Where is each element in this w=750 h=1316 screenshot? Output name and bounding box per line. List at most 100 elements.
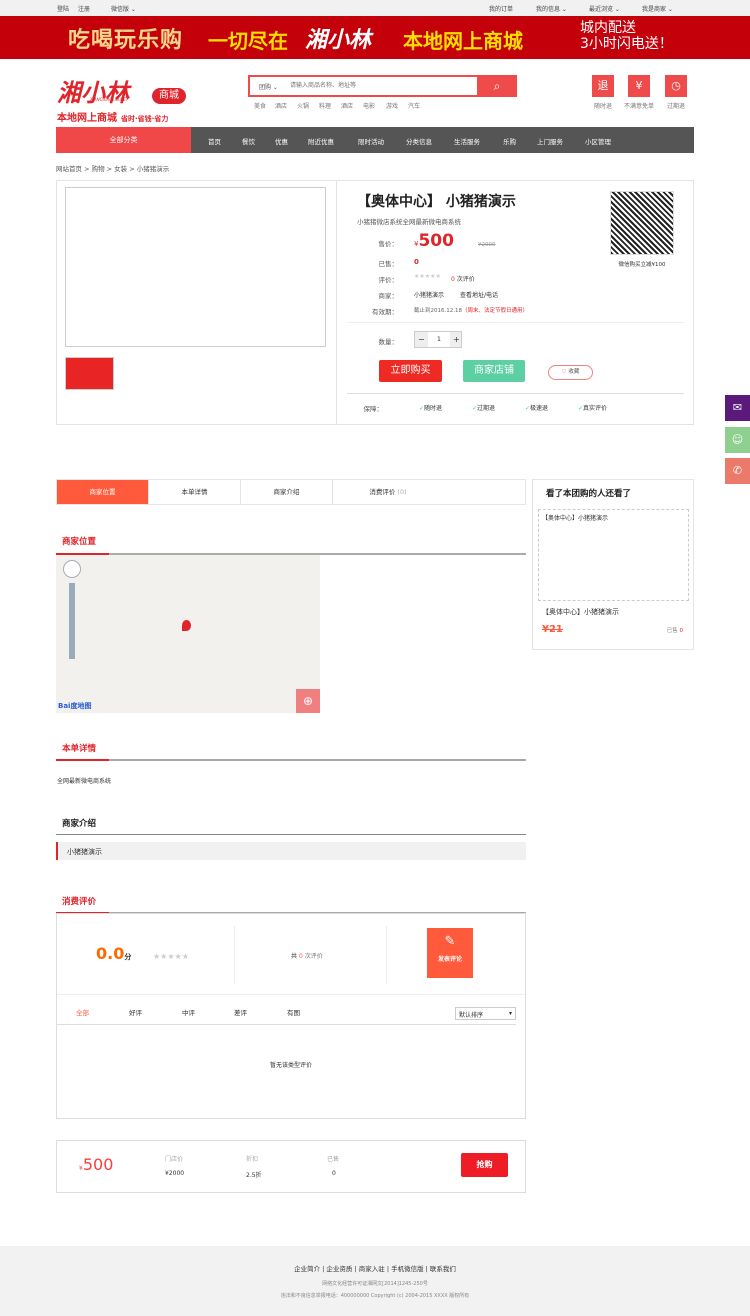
sort-select[interactable]: 默认排序 ▾ xyxy=(455,1007,516,1020)
shop-button[interactable]: 商家店铺 xyxy=(463,360,525,382)
hot-keyword[interactable]: 酒店 xyxy=(275,101,287,110)
nav-item[interactable]: 小区管理 xyxy=(585,136,611,146)
hot-keyword[interactable]: 游戏 xyxy=(386,101,398,110)
related-item-image[interactable]: 【奥体中心】小猪猪演示 xyxy=(538,509,689,601)
banner-brand: 湘小林 xyxy=(305,28,372,53)
nav-item[interactable]: 生活服务 xyxy=(454,136,480,146)
clock-icon[interactable]: ◷ xyxy=(665,75,687,97)
buybar-orig: ¥2000 xyxy=(165,1170,185,1177)
review-filter[interactable]: 有图 xyxy=(287,1007,300,1017)
search-input[interactable] xyxy=(290,79,470,93)
increase-button[interactable]: + xyxy=(453,335,460,344)
hot-keyword[interactable]: 酒店 xyxy=(341,101,353,110)
all-categories-button[interactable]: 全部分类 xyxy=(56,127,191,153)
footer: 企业简介 | 企业资质 | 商家入驻 | 手机微信版 | 联系我们 网络文化经营… xyxy=(0,1246,750,1316)
original-price: ¥2000 xyxy=(478,242,496,248)
tab-location[interactable]: 商家位置 xyxy=(57,480,149,504)
logo[interactable]: 湘小林 xyxy=(57,73,129,108)
footer-link[interactable]: 商家入驻 xyxy=(359,1265,385,1273)
related-item-name[interactable]: 【奥体中心】小猪猪演示 xyxy=(542,607,619,617)
sidebar-title: 看了本团购的人还看了 xyxy=(546,489,632,499)
pencil-icon: ✎ xyxy=(444,934,456,949)
merchant-name[interactable]: 小猪猪演示 xyxy=(414,290,444,299)
tab-merchant-intro[interactable]: 商家介绍 xyxy=(241,480,333,504)
divider xyxy=(57,994,525,995)
nav-item[interactable]: 首页 xyxy=(208,136,221,146)
search-category-select[interactable]: 团购 ⌄ xyxy=(259,82,278,91)
detail-tabs: 商家位置 本单详情 商家介绍 消费评价 (0) xyxy=(56,479,526,505)
hot-keyword[interactable]: 料理 xyxy=(319,101,331,110)
buy-now-button[interactable]: 立即购买 xyxy=(379,360,442,382)
merchant-label: 商家： xyxy=(378,292,399,300)
buybar-orig-label: 门店价 xyxy=(165,1156,184,1163)
promo-banner[interactable]: 吃喝玩乐购 一切尽在 湘小林 本地网上商城 城内配送 3小时闪电送！ xyxy=(0,16,750,59)
login-link[interactable]: 登陆 xyxy=(57,4,69,13)
map-pan-control[interactable] xyxy=(63,560,81,578)
grab-buy-button[interactable]: 抢购 xyxy=(461,1153,508,1177)
nav-item[interactable]: 乐购 xyxy=(503,136,516,146)
nav-item[interactable]: 分类信息 xyxy=(406,136,432,146)
guarantee-item: ✓极速退 xyxy=(525,405,549,412)
decrease-button[interactable]: − xyxy=(418,335,425,344)
tab-details[interactable]: 本单详情 xyxy=(149,480,241,504)
map-marker-icon[interactable] xyxy=(182,620,191,631)
search-button[interactable]: ⌕ xyxy=(477,75,517,97)
phone-float-icon[interactable]: ✆ xyxy=(725,458,750,484)
review-total: 共 0 次评价 xyxy=(291,953,323,960)
merchant-link[interactable]: 我是商家 ⌄ xyxy=(642,4,673,13)
review-filter[interactable]: 中评 xyxy=(182,1007,195,1017)
breadcrumb[interactable]: 网站首页 > 购物 > 女装 > 小猪猪演示 xyxy=(56,163,169,173)
divider xyxy=(347,322,684,323)
hot-keyword[interactable]: 美食 xyxy=(254,101,266,110)
buy-bar: ¥500 门店价 ¥2000 折扣 2.5折 已售 0 抢购 xyxy=(56,1140,526,1193)
review-filter[interactable]: 差评 xyxy=(234,1007,247,1017)
main-nav: 全部分类 首页 餐饮 优惠 附近优惠 限时活动 分类信息 生活服务 乐购 上门服… xyxy=(56,127,694,153)
map-zoom-icon[interactable]: ⊕ xyxy=(296,689,320,713)
quantity-input[interactable]: 1 xyxy=(428,332,450,347)
guarantee-item: ✓随时退 xyxy=(419,405,443,412)
review-score: 0.0分 xyxy=(96,944,132,963)
qq-float-icon[interactable]: ☺ xyxy=(725,427,750,453)
map-zoom-slider[interactable] xyxy=(69,583,75,659)
review-filter[interactable]: 好评 xyxy=(129,1007,142,1017)
nav-item[interactable]: 餐饮 xyxy=(242,136,255,146)
section-title-reviews: 消费评价 xyxy=(62,897,97,907)
rating-count: 0 次评价 xyxy=(451,276,475,283)
product-thumbnail[interactable] xyxy=(65,357,114,390)
write-review-button[interactable]: ✎ 发表评论 xyxy=(427,928,473,978)
wechat-version-link[interactable]: 微信版 ⌄ xyxy=(111,4,136,13)
footer-link[interactable]: 企业简介 xyxy=(294,1265,320,1273)
recent-link[interactable]: 最近浏览 ⌄ xyxy=(589,4,620,13)
section-divider xyxy=(56,759,526,761)
review-filter-all[interactable]: 全部 xyxy=(76,1007,89,1017)
footer-link[interactable]: 手机微信版 xyxy=(391,1265,424,1273)
merchant-address-link[interactable]: 查看地址/电话 xyxy=(460,290,498,299)
sold-count: 0 xyxy=(414,258,419,266)
baidu-map-logo: Bai度地图 xyxy=(58,702,92,710)
nav-item[interactable]: 上门服务 xyxy=(537,136,563,146)
footer-license: 网络文化经营许可证湘网文[2014]1245-250号 xyxy=(322,1281,428,1287)
favorite-button[interactable]: ♡ 收藏 xyxy=(548,365,593,380)
price-label: 售价： xyxy=(378,240,399,248)
section-title-intro: 商家介绍 xyxy=(62,819,97,829)
qr-caption: 微信购买立减¥100 xyxy=(618,262,666,268)
register-link[interactable]: 注册 xyxy=(78,4,90,13)
hot-keyword[interactable]: 汽车 xyxy=(408,101,420,110)
logo-badge: 商城 xyxy=(152,88,186,104)
my-info-link[interactable]: 我的信息 ⌄ xyxy=(536,4,567,13)
nav-item[interactable]: 优惠 xyxy=(275,136,288,146)
quantity-stepper: − 1 + xyxy=(414,331,462,348)
footer-link[interactable]: 企业资质 xyxy=(326,1265,352,1273)
nav-item[interactable]: 附近优惠 xyxy=(308,136,334,146)
my-orders-link[interactable]: 我的订单 xyxy=(489,4,513,13)
buybar-discount: 2.5折 xyxy=(246,1172,262,1179)
nav-item[interactable]: 限时活动 xyxy=(358,136,384,146)
tab-reviews[interactable]: 消费评价 (0) xyxy=(333,480,443,504)
merchant-map[interactable]: Bai度地图 ⊕ xyxy=(56,555,320,713)
yuan-icon[interactable]: ¥ xyxy=(628,75,650,97)
footer-link[interactable]: 联系我们 xyxy=(430,1265,456,1273)
hot-keyword[interactable]: 电影 xyxy=(363,101,375,110)
wechat-float-icon[interactable]: ✉ xyxy=(725,395,750,421)
hot-keyword[interactable]: 火锅 xyxy=(297,101,309,110)
refund-anytime-icon[interactable]: 退 xyxy=(592,75,614,97)
